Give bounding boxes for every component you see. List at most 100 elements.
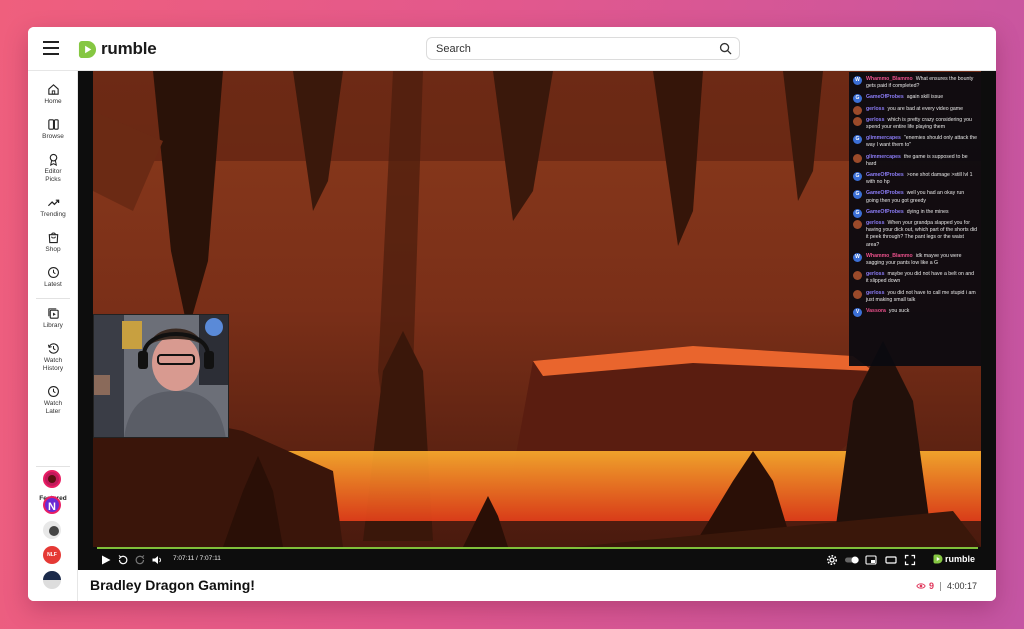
- chat-username[interactable]: Whammo_Blammo: [866, 76, 913, 82]
- chat-text: you are bad at every video game: [887, 105, 964, 112]
- chat-avatar-icon[interactable]: V: [853, 308, 862, 318]
- chat-username[interactable]: GameOfProbes: [866, 209, 904, 215]
- history-icon: [47, 343, 59, 354]
- chat-text: dying in the mines: [906, 208, 949, 215]
- chat-avatar-icon[interactable]: [853, 153, 862, 163]
- chat-text: you suck: [888, 308, 910, 315]
- chat-username[interactable]: GameOfProbes: [866, 190, 904, 196]
- chat-message: gerloss you did not have to call me stupi…: [853, 289, 977, 304]
- featured-channel-avatar[interactable]: NLF: [43, 546, 61, 564]
- sidebar-item-editor-picks[interactable]: Editor Picks: [28, 153, 78, 184]
- sidebar-item-latest[interactable]: Latest: [28, 266, 78, 289]
- search-box: [426, 37, 740, 60]
- replay-icon[interactable]: [117, 554, 129, 566]
- sidebar-item-shop[interactable]: Shop: [28, 231, 78, 254]
- featured-channel-avatar[interactable]: [43, 521, 61, 539]
- rumble-logo-icon: [933, 554, 943, 564]
- eye-icon: [916, 583, 926, 589]
- chat-avatar-icon[interactable]: W: [853, 252, 862, 262]
- featured-channel-avatar[interactable]: [43, 470, 61, 488]
- chat-message: W Whammo_Blammo What ensures the bounty ge…: [853, 76, 977, 90]
- player-brand-text: rumble: [944, 554, 975, 564]
- sidebar-item-trending[interactable]: Trending: [28, 196, 78, 219]
- stats-divider: [939, 581, 941, 591]
- chat-message: G GameOfProbes >one shot damage >still lvl…: [853, 172, 977, 186]
- chat-avatar-icon[interactable]: [853, 289, 862, 299]
- chat-avatar-icon[interactable]: [853, 105, 862, 115]
- chat-username[interactable]: Vassora: [866, 308, 886, 314]
- chat-message: G GameOfProbes again skill issue: [853, 94, 977, 104]
- sidebar-divider: [36, 298, 70, 299]
- chat-username[interactable]: GameOfProbes: [866, 172, 904, 178]
- chat-avatar-icon[interactable]: [853, 220, 862, 230]
- sidebar-item-browse[interactable]: Browse: [28, 118, 78, 141]
- player-brand-logo[interactable]: rumble: [933, 554, 975, 564]
- player-controls: 7:07:11 / 7:07:11 rumble: [93, 551, 981, 569]
- sidebar-item-label: Home: [44, 98, 62, 105]
- search-input[interactable]: [427, 38, 707, 59]
- sidebar-item-label: Editor Picks: [44, 168, 62, 183]
- video-player[interactable]: W Whammo_Blammo What ensures the bounty ge…: [78, 71, 996, 570]
- play-icon[interactable]: [100, 554, 112, 566]
- chat-avatar-icon[interactable]: G: [853, 135, 862, 145]
- library-icon: [47, 308, 59, 319]
- chat-message: gerloss which is pretty crazy considering…: [853, 116, 977, 131]
- sidebar-item-library[interactable]: Library: [28, 307, 78, 330]
- chat-avatar-icon[interactable]: [853, 116, 862, 126]
- top-header: rumble: [28, 27, 996, 71]
- menu-icon[interactable]: [43, 41, 59, 55]
- chat-message: V Vassora you suck: [853, 308, 977, 318]
- chat-username[interactable]: gerloss: [866, 117, 884, 123]
- sidebar-item-label: Watch Later: [43, 400, 63, 415]
- chat-username[interactable]: gerloss: [866, 290, 884, 296]
- trending-icon: [47, 199, 59, 207]
- chat-username[interactable]: gerloss: [866, 271, 884, 277]
- chat-message: Gglimmercapes "enemies should only attack…: [853, 135, 977, 149]
- sidebar-item-label: Latest: [44, 281, 62, 288]
- autoplay-toggle-icon[interactable]: [844, 554, 860, 566]
- sidebar-item-watch-later[interactable]: Watch Later: [28, 385, 78, 416]
- browse-icon: [47, 119, 59, 130]
- sidebar-item-home[interactable]: Home: [28, 83, 78, 106]
- chat-avatar-icon[interactable]: G: [853, 208, 862, 218]
- chat-avatar-icon[interactable]: W: [853, 76, 862, 85]
- chat-username[interactable]: GameOfProbes: [866, 94, 904, 100]
- chat-avatar-icon[interactable]: G: [853, 94, 862, 104]
- chat-username[interactable]: glimmercapes: [866, 135, 901, 141]
- chat-avatar-icon[interactable]: G: [853, 190, 862, 200]
- sidebar-item-label: Shop: [45, 246, 61, 253]
- chat-message: W Whammo_Blammo idk mayve you were sagging…: [853, 252, 977, 267]
- playback-time: 7:07:11 / 7:07:11: [173, 555, 221, 562]
- sidebar-item-label: Watch History: [42, 357, 64, 372]
- chat-avatar-icon[interactable]: G: [853, 172, 862, 182]
- settings-icon[interactable]: [826, 554, 838, 566]
- featured-channel-avatar[interactable]: N: [43, 496, 61, 514]
- miniplayer-icon[interactable]: [865, 554, 877, 566]
- rumble-logo[interactable]: rumble: [78, 38, 157, 60]
- chat-username[interactable]: glimmercapes: [866, 154, 901, 160]
- chat-message: gerloss you are bad at every video game: [853, 105, 977, 115]
- volume-icon[interactable]: [151, 554, 163, 566]
- chat-username[interactable]: gerloss: [866, 106, 884, 112]
- webcam-overlay: [93, 314, 229, 438]
- sidebar-item-label: Library: [43, 322, 63, 329]
- featured-channel-avatar[interactable]: [43, 571, 61, 589]
- video-frame: [93, 71, 981, 547]
- progress-bar[interactable]: [97, 547, 978, 549]
- chat-avatar-icon[interactable]: [853, 271, 862, 281]
- clock-icon: [47, 267, 59, 278]
- chat-message: glimmercapes the game is supposed to be h…: [853, 153, 977, 168]
- clock-icon: [47, 386, 59, 397]
- chat-username[interactable]: gerloss: [866, 220, 884, 226]
- sidebar-divider: [36, 466, 70, 467]
- forward-icon[interactable]: [134, 554, 146, 566]
- chat-message: gerloss When your grandpa slapped you for…: [853, 220, 977, 249]
- home-icon: [47, 84, 59, 95]
- sidebar-item-watch-history[interactable]: Watch History: [28, 342, 78, 373]
- fullscreen-icon[interactable]: [904, 554, 916, 566]
- video-stats: 9 4:00:17: [916, 581, 977, 591]
- search-icon[interactable]: [719, 42, 732, 55]
- theater-mode-icon[interactable]: [885, 554, 897, 566]
- chat-username[interactable]: Whammo_Blammo: [866, 253, 913, 259]
- chat-message: G GameOfProbes well you had an okay run go…: [853, 190, 977, 204]
